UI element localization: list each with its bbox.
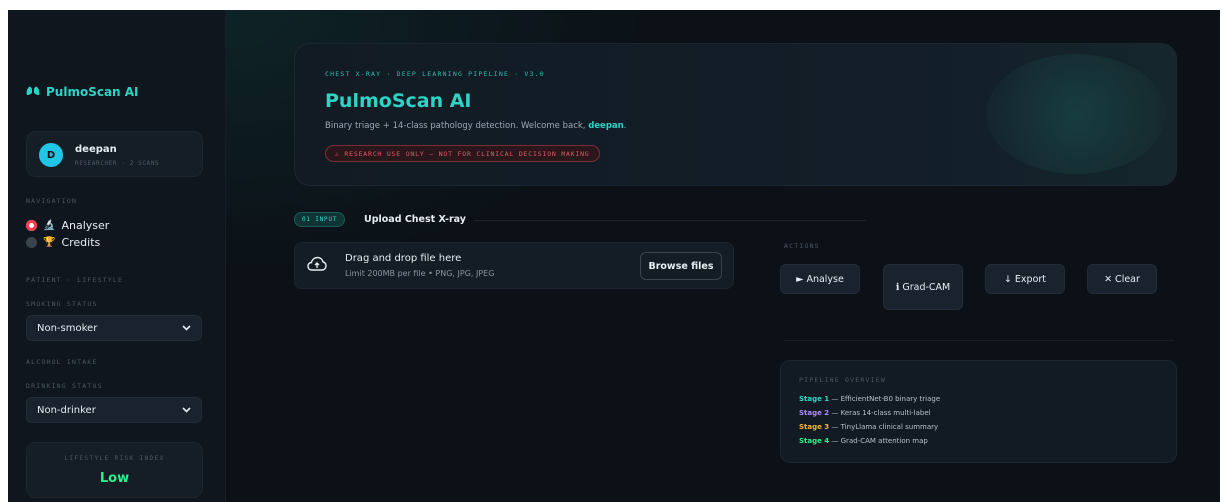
user-role: RESEARCHER · 2 SCANS (75, 160, 160, 167)
brand[interactable]: PulmoScan AI (26, 84, 139, 99)
trophy-icon: 🏆 (43, 237, 56, 248)
chevron-down-icon (182, 323, 191, 334)
patient-lifestyle-label: PATIENT · LIFESTYLE (26, 276, 124, 284)
smoking-status-label: SMOKING STATUS (26, 300, 98, 308)
step-badge: 01 INPUT (294, 212, 346, 227)
dropzone-limits: Limit 200MB per file • PNG, JPG, JPEG (345, 269, 495, 278)
avatar: D (39, 143, 63, 167)
risk-index-value: Low (99, 471, 130, 486)
cloud-upload-icon (307, 256, 327, 272)
pipeline-overview-card: PIPELINE OVERVIEW Stage 1 — EfficientNet… (780, 360, 1177, 463)
upload-section-title: Upload Chest X-ray (364, 214, 466, 225)
grad-cam-button[interactable]: ℹ Grad-CAM (883, 264, 963, 310)
brand-name: PulmoScan AI (46, 84, 139, 99)
hero-username: deepan (588, 121, 624, 131)
pipeline-stage: Stage 2 — Keras 14-class multi-label (799, 409, 931, 417)
pipeline-stage: Stage 3 — TinyLlama clinical summary (799, 423, 939, 431)
radio-selected-icon[interactable] (26, 220, 37, 231)
nav-item-credits[interactable]: 🏆 Credits (26, 236, 100, 249)
pipeline-stage: Stage 1 — EfficientNet-B0 binary triage (799, 395, 941, 403)
smoking-status-select[interactable]: Non-smoker (26, 315, 202, 341)
hero-banner: CHEST X-RAY · DEEP LEARNING PIPELINE · V… (294, 43, 1177, 186)
lifestyle-risk-card: LIFESTYLE RISK INDEX Low (26, 442, 203, 498)
risk-index-label: LIFESTYLE RISK INDEX (64, 455, 165, 462)
section-divider (784, 340, 1174, 341)
dropzone-title: Drag and drop file here (345, 253, 462, 264)
browse-files-button[interactable]: Browse files (640, 252, 722, 280)
page-title: PulmoScan AI (325, 90, 472, 112)
file-dropzone[interactable]: Drag and drop file here Limit 200MB per … (294, 242, 734, 289)
user-name: deepan (75, 144, 117, 155)
drinking-status-label: DRINKING STATUS (26, 382, 103, 390)
chevron-down-icon (182, 405, 191, 416)
actions-label: ACTIONS (784, 242, 820, 250)
radio-unselected-icon[interactable] (26, 237, 37, 248)
nav-item-analyser[interactable]: 🔬 Analyser (26, 219, 109, 232)
pipeline-title: PIPELINE OVERVIEW (799, 376, 886, 384)
hero-subtitle: Binary triage + 14-class pathology detec… (325, 121, 627, 131)
clear-button[interactable]: ✕ Clear (1087, 264, 1157, 294)
nav-item-label: Analyser (61, 219, 110, 232)
navigation-label: NAVIGATION (26, 197, 78, 205)
nav-item-label: Credits (61, 236, 101, 249)
research-warning-badge: ⚠ RESEARCH USE ONLY — NOT FOR CLINICAL D… (325, 145, 600, 162)
export-button[interactable]: ↓ Export (985, 264, 1065, 294)
hero-kicker: CHEST X-RAY · DEEP LEARNING PIPELINE · V… (325, 70, 545, 78)
drinking-status-select[interactable]: Non-drinker (26, 397, 202, 423)
alcohol-intake-label: ALCOHOL INTAKE (26, 358, 98, 366)
drinking-status-value: Non-drinker (37, 404, 96, 416)
section-divider (474, 220, 866, 221)
pipeline-stage: Stage 4 — Grad-CAM attention map (799, 437, 928, 445)
microscope-icon: 🔬 (43, 220, 56, 231)
smoking-status-value: Non-smoker (37, 322, 98, 334)
main-content: CHEST X-RAY · DEEP LEARNING PIPELINE · V… (226, 10, 1220, 502)
lungs-icon (26, 84, 40, 99)
user-card: D deepan RESEARCHER · 2 SCANS (26, 131, 203, 177)
analyse-button[interactable]: ► Analyse (780, 264, 860, 294)
sidebar: PulmoScan AI D deepan RESEARCHER · 2 SCA… (8, 10, 226, 502)
app-window: PulmoScan AI D deepan RESEARCHER · 2 SCA… (8, 10, 1220, 502)
